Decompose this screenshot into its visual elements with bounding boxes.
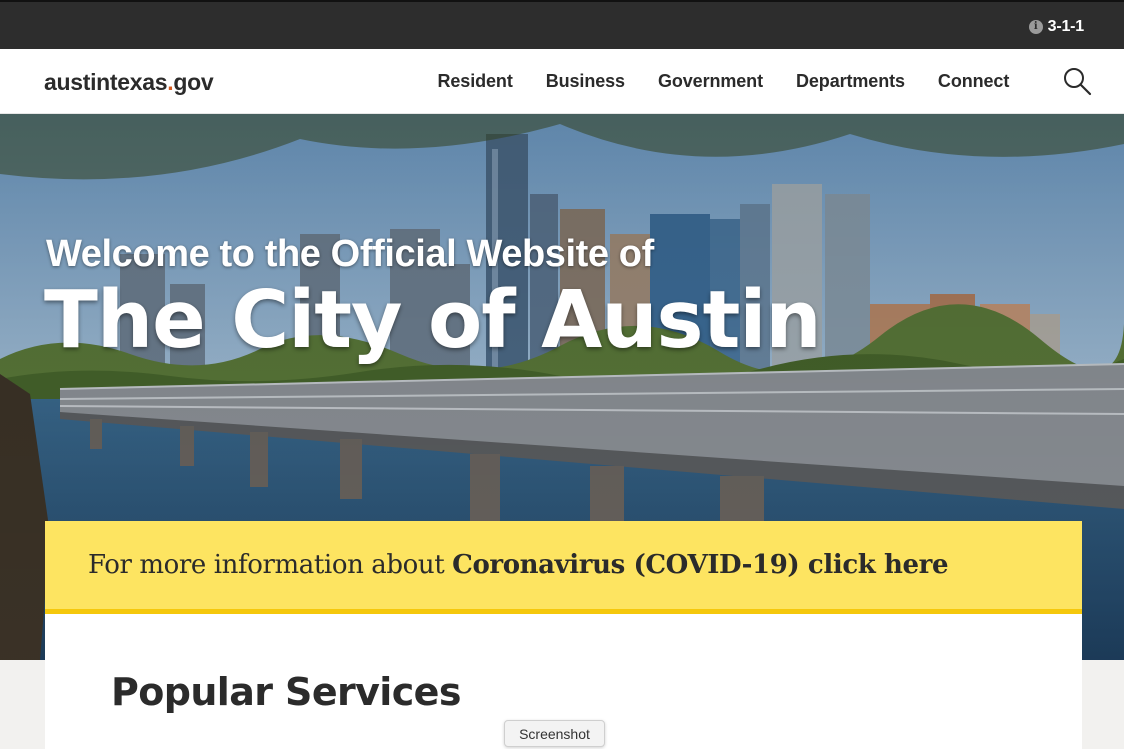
info-icon: i <box>1028 20 1043 34</box>
search-button[interactable] <box>1062 66 1094 98</box>
logo-main: austintexas <box>44 69 168 95</box>
hero-title: The City of Austin <box>44 274 822 366</box>
popular-services-title: Popular Services <box>111 670 461 714</box>
site-logo[interactable]: austintexas.gov <box>44 69 214 96</box>
site-header: austintexas.gov Resident Business Govern… <box>0 49 1124 114</box>
covid-banner-link-text: Coronavirus (COVID-19) click here <box>452 550 949 580</box>
nav-item-resident[interactable]: Resident <box>421 71 529 92</box>
screenshot-tooltip: Screenshot <box>504 720 605 747</box>
logo-tld: gov <box>173 69 214 95</box>
nav-item-departments[interactable]: Departments <box>779 71 921 92</box>
covid-banner-link[interactable]: For more information about Coronavirus (… <box>45 521 1082 614</box>
search-icon <box>1064 68 1092 96</box>
nav-item-connect[interactable]: Connect <box>921 71 1025 92</box>
utility-bar: i 3-1-1 <box>0 0 1124 49</box>
main-nav: Resident Business Government Departments… <box>421 71 1026 92</box>
phone-311-link[interactable]: i 3-1-1 <box>1028 17 1085 37</box>
phone-311-label: 3-1-1 <box>1047 18 1085 35</box>
hero-subtitle: Welcome to the Official Website of <box>46 233 654 275</box>
nav-item-government[interactable]: Government <box>641 71 779 92</box>
covid-banner-text: For more information about Coronavirus (… <box>88 550 949 580</box>
covid-banner-prefix: For more information about <box>88 550 453 580</box>
nav-item-business[interactable]: Business <box>529 71 641 92</box>
